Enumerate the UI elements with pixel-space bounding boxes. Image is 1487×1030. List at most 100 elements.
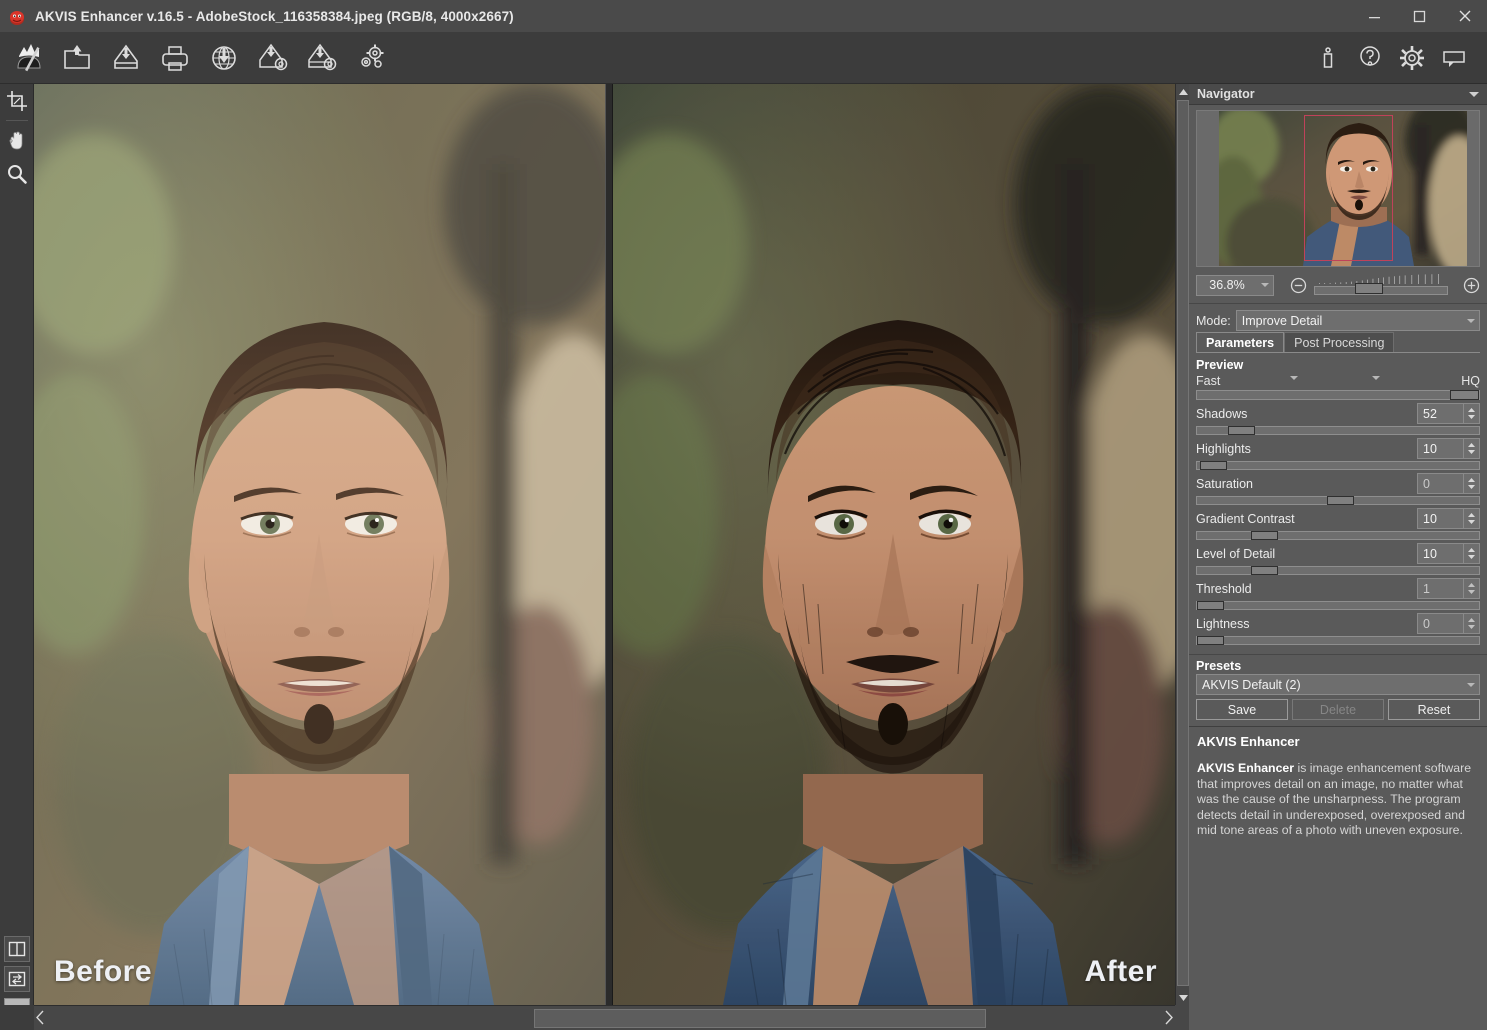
tab-post-processing[interactable]: Post Processing: [1284, 332, 1395, 352]
batch-save-icon[interactable]: [297, 35, 346, 81]
spinner-arrows[interactable]: [1463, 613, 1480, 634]
param-spinner[interactable]: 1: [1417, 578, 1480, 599]
publish-web-icon[interactable]: [199, 35, 248, 81]
zoom-in-circle-icon[interactable]: [1463, 277, 1480, 294]
param-value[interactable]: 0: [1417, 613, 1463, 634]
spinner-arrows[interactable]: [1463, 473, 1480, 494]
save-preset-button[interactable]: Save: [1196, 699, 1288, 720]
run-icon[interactable]: [6, 35, 52, 81]
horizontal-scrollbar-thumb[interactable]: [534, 1009, 986, 1028]
param-slider-handle[interactable]: [1326, 496, 1354, 505]
spinner-arrows[interactable]: [1463, 508, 1480, 529]
scroll-left-arrow[interactable]: [36, 1010, 44, 1030]
comment-icon[interactable]: [1433, 35, 1475, 81]
param-spinner[interactable]: 0: [1417, 473, 1480, 494]
canvas-horizontal-scrollbar[interactable]: [34, 1005, 1175, 1030]
zoom-level-combo[interactable]: 36.8%: [1196, 274, 1274, 296]
batch-open-icon[interactable]: [248, 35, 297, 81]
preset-value: AKVIS Default (2): [1202, 677, 1301, 692]
param-spinner[interactable]: 0: [1417, 613, 1480, 634]
spinner-arrows[interactable]: [1463, 543, 1480, 564]
zoom-slider-handle[interactable]: [1354, 283, 1383, 294]
swap-panes-toggle[interactable]: [4, 966, 30, 992]
param-slider-handle[interactable]: [1228, 426, 1256, 435]
param-value[interactable]: 10: [1417, 438, 1463, 459]
settings-gear-icon[interactable]: [1391, 35, 1433, 81]
navigator-viewport-box[interactable]: [1304, 115, 1393, 261]
param-slider-track[interactable]: [1196, 566, 1480, 575]
param-spinner[interactable]: 10: [1417, 543, 1480, 564]
spinner-arrows[interactable]: [1463, 578, 1480, 599]
param-slider-handle[interactable]: [1199, 461, 1227, 470]
vertical-scrollbar-thumb[interactable]: [1177, 100, 1189, 986]
spinner-arrows[interactable]: [1463, 438, 1480, 459]
image-canvas[interactable]: Before After: [34, 84, 1175, 1005]
scroll-up-arrow[interactable]: [1176, 84, 1190, 99]
canvas-vertical-scrollbar[interactable]: [1175, 84, 1190, 1005]
preset-dropdown[interactable]: AKVIS Default (2): [1196, 674, 1480, 695]
scroll-right-arrow[interactable]: [1165, 1010, 1173, 1030]
hand-tool[interactable]: [1, 125, 33, 157]
crop-tool[interactable]: [1, 85, 33, 117]
param-label: Lightness: [1196, 616, 1250, 631]
param-value[interactable]: 10: [1417, 543, 1463, 564]
param-slider-handle[interactable]: [1197, 601, 1224, 610]
preferences-icon[interactable]: [346, 35, 395, 81]
preview-tick-1: [1289, 376, 1298, 380]
param-spinner[interactable]: 52: [1417, 403, 1480, 424]
toolbar-right-group: [1307, 35, 1487, 81]
tab-parameters[interactable]: Parameters: [1196, 332, 1285, 352]
zoom-slider-track[interactable]: [1314, 283, 1448, 295]
navigator-header[interactable]: Navigator: [1189, 84, 1487, 105]
minimize-button[interactable]: [1352, 0, 1397, 32]
param-level-of-detail: Level of Detail 10: [1196, 542, 1480, 575]
chevron-down-icon[interactable]: [1469, 91, 1479, 97]
maximize-button[interactable]: [1397, 0, 1442, 32]
param-slider-track[interactable]: [1196, 531, 1480, 540]
param-slider-handle[interactable]: [1250, 566, 1278, 575]
param-slider-handle[interactable]: [1250, 531, 1278, 540]
chevron-down-icon[interactable]: [1467, 318, 1475, 323]
param-highlights: Highlights 10: [1196, 437, 1480, 470]
param-label: Threshold: [1196, 581, 1252, 596]
navigator-zoom-row: 36.8%: [1196, 274, 1480, 296]
param-value[interactable]: 0: [1417, 473, 1463, 494]
mode-value: Improve Detail: [1241, 313, 1323, 328]
before-pane[interactable]: Before: [34, 84, 605, 1005]
reset-preset-button[interactable]: Reset: [1388, 699, 1480, 720]
param-value[interactable]: 10: [1417, 508, 1463, 529]
mode-row: Mode: Improve Detail: [1189, 304, 1487, 331]
print-image-icon[interactable]: [150, 35, 199, 81]
help-icon[interactable]: [1349, 35, 1391, 81]
zoom-out-circle-icon[interactable]: [1290, 277, 1307, 294]
presets-section: Presets AKVIS Default (2) Save Delete Re…: [1189, 655, 1487, 720]
open-image-icon[interactable]: [52, 35, 101, 81]
after-pane[interactable]: After: [613, 84, 1175, 1005]
info-icon[interactable]: [1307, 35, 1349, 81]
param-slider-track[interactable]: [1196, 636, 1480, 645]
param-slider-track[interactable]: [1196, 496, 1480, 505]
split-view-toggle[interactable]: [4, 936, 30, 962]
param-slider-track[interactable]: [1196, 461, 1480, 470]
close-button[interactable]: [1442, 0, 1487, 32]
param-slider-track[interactable]: [1196, 601, 1480, 610]
param-slider-track[interactable]: [1196, 426, 1480, 435]
pane-divider[interactable]: [605, 84, 613, 1005]
scroll-down-arrow[interactable]: [1176, 990, 1190, 1005]
param-value[interactable]: 1: [1417, 578, 1463, 599]
navigator-thumbnail[interactable]: [1196, 110, 1480, 267]
param-spinner[interactable]: 10: [1417, 438, 1480, 459]
mode-dropdown[interactable]: Improve Detail: [1235, 310, 1480, 331]
param-value[interactable]: 52: [1417, 403, 1463, 424]
preview-slider-handle[interactable]: [1450, 390, 1479, 400]
save-image-icon[interactable]: [101, 35, 150, 81]
chevron-down-icon[interactable]: [1467, 682, 1475, 687]
toolbar-left-group: [0, 35, 395, 81]
spinner-arrows[interactable]: [1463, 403, 1480, 424]
param-spinner[interactable]: 10: [1417, 508, 1480, 529]
zoom-tool[interactable]: [1, 158, 33, 190]
chevron-down-icon[interactable]: [1257, 283, 1273, 287]
param-slider-handle[interactable]: [1197, 636, 1224, 645]
zoom-slider[interactable]: [1314, 274, 1448, 296]
preview-slider-track[interactable]: [1196, 390, 1480, 400]
